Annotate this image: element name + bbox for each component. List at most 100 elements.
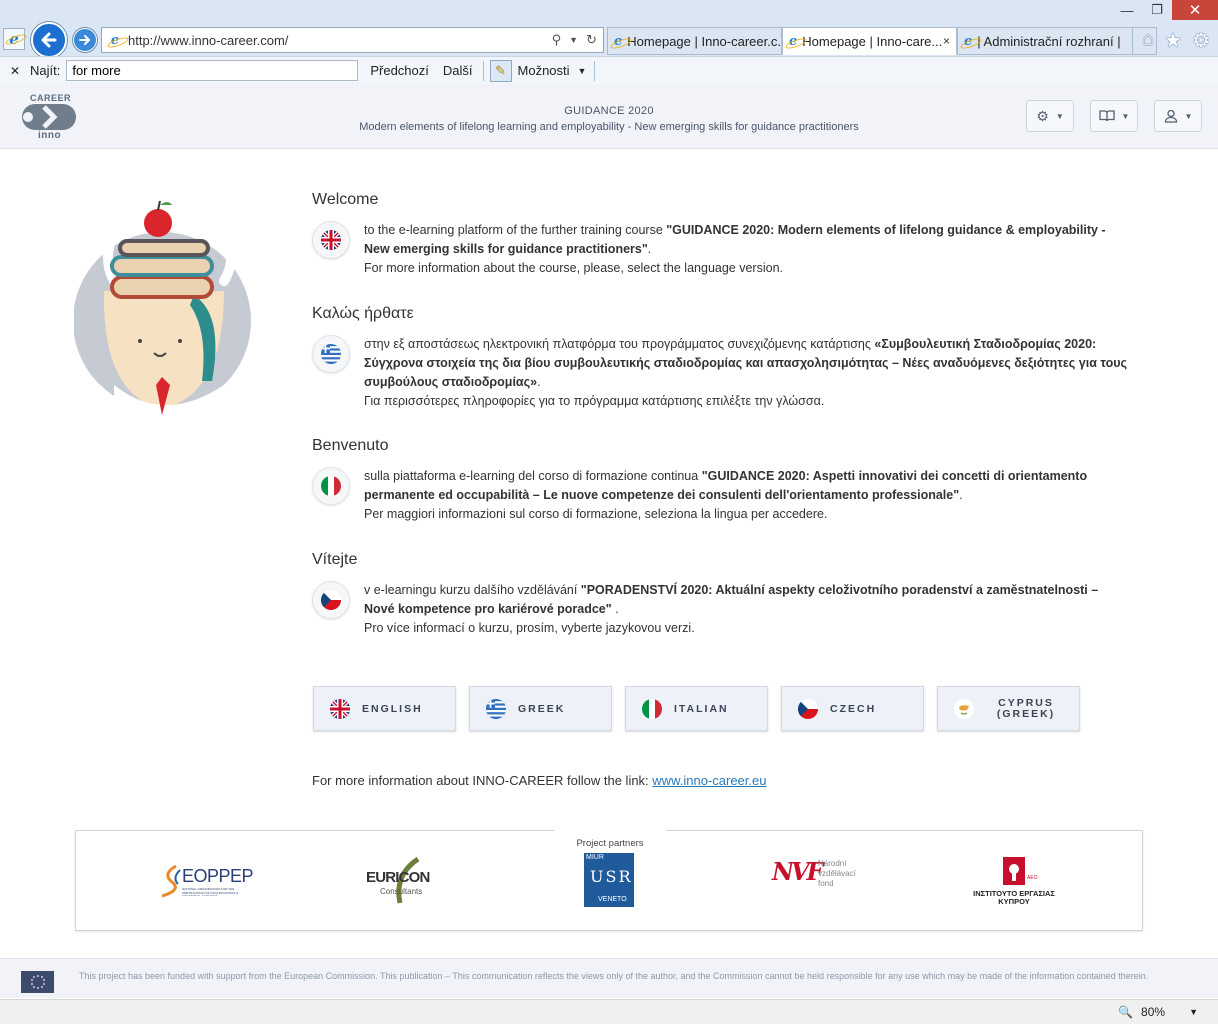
section-text: .: [647, 242, 652, 256]
tab-admin[interactable]: e | Administrační rozhraní |: [957, 27, 1133, 55]
eu-funding-footer: This project has been funded with suppor…: [0, 958, 1218, 998]
partners-label: Project partners: [554, 828, 666, 849]
address-bar[interactable]: e ⚲ ▼ ↻: [101, 27, 604, 53]
dropdown-caret-icon[interactable]: ▼: [569, 32, 578, 48]
student-books-illustration: [74, 200, 251, 417]
eoppep-swirl-icon: [161, 864, 181, 898]
nvf-letters: NVF: [772, 857, 824, 886]
settings-menu-button[interactable]: ⚙ ▼: [1026, 100, 1074, 132]
favorites-star-icon[interactable]: ★: [1164, 28, 1182, 53]
find-input[interactable]: [66, 60, 359, 81]
forward-button[interactable]: [73, 28, 97, 52]
browser-toolbar-icons: ⌂ ★ ⚙: [1142, 28, 1210, 53]
home-icon[interactable]: ⌂: [1142, 28, 1154, 53]
ie-tab-icon: e: [789, 34, 798, 49]
institute-name-line2: ΚΥΠΡΟΥ: [998, 897, 1030, 906]
czech-language-button[interactable]: CZECH: [781, 686, 924, 731]
nvf-line2: vzdělávací: [818, 869, 856, 878]
italian-flag-icon: [642, 698, 662, 719]
section-instruction: Per maggiori informazioni sul corso di f…: [364, 507, 828, 521]
ie-tab-icon: e: [614, 34, 623, 49]
greek-flag-icon: [486, 698, 506, 719]
nvf-line1: Národní: [818, 859, 847, 868]
chevron-down-icon: ▼: [1055, 111, 1064, 121]
user-menu-button[interactable]: ▼: [1154, 100, 1202, 132]
uk-flag-icon: [321, 230, 341, 250]
zoom-caret-icon: ▼: [1189, 1007, 1198, 1017]
section-body: to the e-learning platform of the furthe…: [364, 221, 1132, 278]
czech-flag-button[interactable]: [312, 581, 350, 619]
find-separator: [594, 60, 596, 81]
section-body: v e-learningu kurzu dalšího vzdělávání "…: [364, 581, 1132, 638]
section-text: στην εξ αποστάσεως ηλεκτρονική πλατφόρμα…: [364, 337, 875, 351]
user-icon: [1164, 109, 1177, 123]
italian-language-button[interactable]: ITALIAN: [625, 686, 768, 731]
arrow-left-icon: [41, 32, 57, 48]
uk-flag-button[interactable]: [312, 221, 350, 259]
section-title: Vítejte: [312, 551, 358, 568]
section-text: .: [611, 602, 619, 616]
ie-page-icon[interactable]: e: [3, 28, 25, 50]
inno-career-logo[interactable]: CAREER inno: [20, 93, 80, 141]
section-text: v e-learningu kurzu dalšího vzdělávání: [364, 583, 581, 597]
section-italian: Benvenuto sulla piattaforma e-learning d…: [312, 437, 1132, 521]
find-options-button[interactable]: Možnosti: [518, 63, 570, 78]
site-header: CAREER inno GUIDANCE 2020 Modern element…: [0, 84, 1218, 149]
uk-flag-icon: [330, 698, 350, 719]
zoom-control[interactable]: 🔍 80% ▼: [1118, 1005, 1198, 1019]
refresh-icon[interactable]: ↻: [586, 32, 597, 48]
zoom-magnifier-icon: 🔍: [1118, 1005, 1134, 1019]
find-previous-button[interactable]: Předchozí: [368, 63, 431, 78]
usr-label: USR: [590, 867, 633, 886]
eoppep-logo[interactable]: EOPPEP NATIONAL ORGANISATION FOR THE CER…: [158, 864, 258, 902]
inno-career-link[interactable]: www.inno-career.eu: [652, 773, 766, 788]
back-button[interactable]: [31, 22, 67, 58]
italian-flag-icon: [321, 476, 341, 496]
section-text: sulla piattaforma e-learning del corso d…: [364, 469, 702, 483]
cyprus-language-button[interactable]: CYPRUS (GREEK): [937, 686, 1080, 731]
tab-title: Homepage | Inno-care...: [802, 33, 943, 49]
institute-emblem-icon: [1003, 857, 1025, 885]
highlight-marker-icon[interactable]: ✎: [489, 59, 512, 82]
browser-status-bar: 🔍 80% ▼: [0, 999, 1218, 1024]
address-input[interactable]: [128, 32, 552, 48]
minimize-icon[interactable]: —: [1112, 0, 1142, 20]
find-close-icon[interactable]: ✕: [10, 64, 24, 78]
nvf-logo[interactable]: NVF Národní vzdělávací fond: [772, 857, 862, 905]
button-label: ENGLISH: [362, 702, 423, 715]
tab-close-icon[interactable]: ×: [943, 34, 950, 48]
miur-usr-veneto-logo[interactable]: MIUR USR VENETO: [584, 853, 634, 907]
euricon-subtitle: Consultants: [380, 887, 423, 896]
find-separator: [482, 60, 484, 81]
cyprus-labour-institute-logo[interactable]: ΑΕΟ ΙΝΣΤΙΤΟΥΤΟ ΕΡΓΑΣΙΑΣ ΚΥΠΡΟΥ: [964, 857, 1064, 906]
button-label: GREEK: [518, 702, 566, 715]
logo-text-career: CAREER: [30, 93, 72, 103]
chevron-down-icon: ▼: [1121, 111, 1130, 121]
czech-flag-icon: [798, 698, 818, 719]
section-instruction: Pro více informací o kurzu, prosím, vybe…: [364, 621, 695, 635]
book-menu-button[interactable]: ▼: [1090, 100, 1138, 132]
greek-flag-button[interactable]: [312, 335, 350, 373]
more-info-line: For more information about INNO-CAREER f…: [312, 773, 766, 788]
euricon-name: EURICON: [366, 869, 430, 886]
window-close-icon[interactable]: ✕: [1172, 0, 1218, 20]
search-icon[interactable]: ⚲: [552, 32, 562, 48]
greek-language-button[interactable]: GREEK: [469, 686, 612, 731]
section-body: sulla piattaforma e-learning del corso d…: [364, 467, 1132, 524]
options-caret-icon[interactable]: ▼: [578, 66, 587, 76]
ie-address-icon: e: [110, 32, 120, 48]
section-instruction: For more information about the course, p…: [364, 261, 783, 275]
miur-label: MIUR: [586, 854, 604, 861]
euricon-logo[interactable]: EURICON Consultants: [366, 857, 456, 907]
section-czech: Vítejte v e-learningu kurzu dalšího vzdě…: [312, 551, 1132, 635]
restore-icon[interactable]: ❐: [1142, 0, 1172, 20]
more-info-text: For more information about INNO-CAREER f…: [312, 773, 653, 788]
italian-flag-button[interactable]: [312, 467, 350, 505]
find-next-button[interactable]: Další: [441, 63, 475, 78]
cyprus-flag-icon: [954, 698, 974, 719]
settings-gear-icon[interactable]: ⚙: [1192, 28, 1210, 53]
tab-homepage-1[interactable]: e Homepage | Inno-career.c...: [607, 27, 782, 55]
section-title: Benvenuto: [312, 437, 389, 454]
english-language-button[interactable]: ENGLISH: [313, 686, 456, 731]
tab-homepage-2[interactable]: e Homepage | Inno-care... ×: [782, 27, 957, 55]
